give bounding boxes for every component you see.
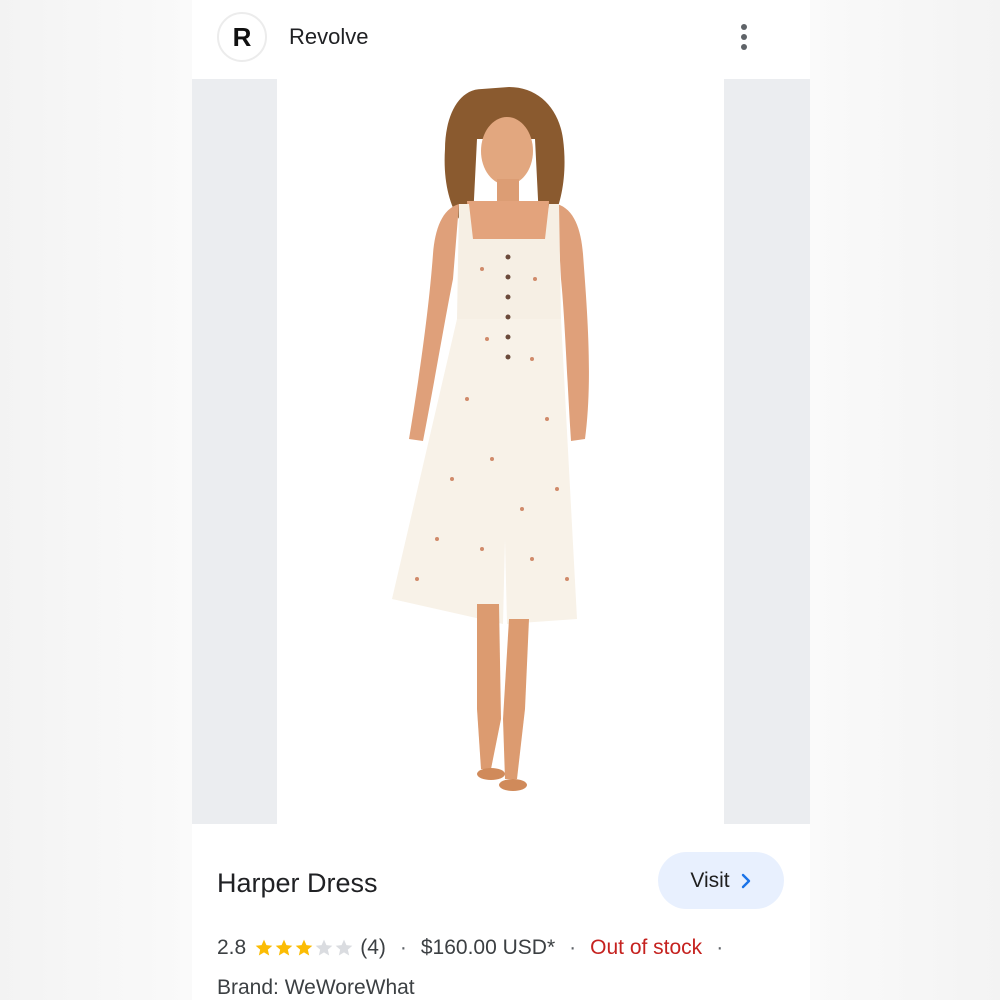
site-name[interactable]: Revolve: [289, 24, 368, 50]
product-photo: [392, 87, 589, 791]
stock-status: Out of stock: [590, 936, 703, 959]
rating-stars: [254, 938, 354, 958]
separator: ·: [569, 936, 577, 959]
site-avatar-icon[interactable]: R: [217, 12, 267, 62]
star-filled-icon: [275, 939, 293, 956]
visit-label: Visit: [690, 868, 730, 892]
price: $160.00 USD*: [420, 936, 556, 959]
visit-button[interactable]: Visit: [658, 852, 784, 909]
product-meta-row: 2.8 (4) · $160.00 USD* · Out of stock ·: [217, 936, 737, 960]
product-image-frame: [277, 79, 724, 824]
more-vert-icon[interactable]: [737, 24, 751, 58]
product-image-area[interactable]: [192, 79, 810, 824]
product-title[interactable]: Harper Dress: [217, 868, 378, 899]
background-left: [0, 0, 192, 1000]
brand: Brand: WeWoreWhat: [217, 976, 415, 999]
separator: ·: [399, 936, 407, 959]
star-empty-icon: [315, 939, 333, 956]
star-filled-icon: [295, 939, 313, 956]
star-empty-icon: [335, 939, 353, 956]
star-filled-icon: [255, 939, 273, 956]
product-card: R Revolve Harper Dress Visit 2.8 (4) · $…: [192, 0, 810, 1000]
review-count[interactable]: (4): [360, 936, 386, 960]
separator: ·: [716, 936, 724, 959]
chevron-right-icon: [741, 873, 750, 888]
rating-value: 2.8: [217, 936, 247, 959]
avatar-letter: R: [232, 21, 252, 52]
background-right: [810, 0, 1000, 1000]
header: R Revolve: [192, 0, 810, 78]
